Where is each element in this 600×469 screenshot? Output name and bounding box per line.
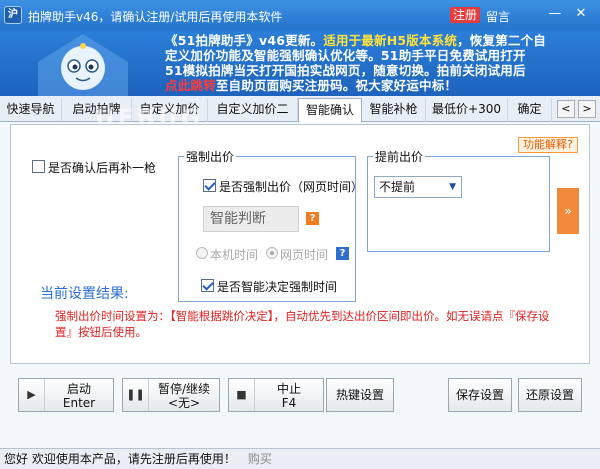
tab-lowest-price[interactable]: 最低价+300 [426,98,508,122]
jump-link[interactable]: 点此跳转 [165,78,216,93]
local-time-label: 本机时间 [210,248,259,262]
result-text: 强制出价时间设置为：【智能根据跳价决定】，自动优先到达出价区间即出价。如无误请点… [55,309,550,339]
tab-start-bid[interactable]: 启动拍牌 [62,98,132,122]
time-help-icon[interactable]: ? [336,247,349,260]
hotkey-settings-button[interactable]: 热键设置 [326,378,394,412]
buy-link[interactable]: 购买 [248,452,272,466]
force-mode-help-icon[interactable]: ? [306,212,319,225]
save-settings-button[interactable]: 保存设置 [448,378,512,412]
start-button[interactable]: ▶ 启动 Enter [18,378,114,412]
tab-quick-nav[interactable]: 快速导航 [0,98,62,122]
banner-line2: 定义加价功能及智能强制确认优化等。51助手平日免费试用打开 [165,48,526,63]
tab-scroll-right-icon[interactable]: > [578,100,596,118]
force-bid-label: 是否强制出价（网页时间） [219,180,364,194]
pause-button[interactable]: ❚❚ 暂停/继续 <无> [122,378,220,412]
title-bar: 沪 拍牌助手v46，请确认注册/试用后再使用本软件 注册 留言 — ✕ [0,0,600,30]
web-time-label: 网页时间 [280,248,329,262]
stop-button[interactable]: ■ 中止 F4 [228,378,324,412]
app-icon: 沪 [4,6,22,24]
tab-smart-confirm[interactable]: 智能确认 [298,98,362,123]
result-label: 当前设置结果: [40,286,129,302]
advance-bid-value: 不提前 [379,180,416,194]
web-time-radio[interactable] [266,247,278,259]
banner-line3: 51模拟拍牌当天打开国拍实战网页，随意切换。拍前关闭试用后 [165,63,526,78]
mascot-illustration [38,34,128,96]
status-text: 您好 欢迎使用本产品，请先注册后再使用！ [4,452,236,466]
banner-highlight: 适用于最新H5版本系统 [323,33,458,48]
control-button-row: ▶ 启动 Enter ❚❚ 暂停/继续 <无> ■ 中止 F4 热键设置 保存设置 还… [10,376,590,414]
minimize-button[interactable]: — [546,6,564,22]
help-button[interactable]: 功能解释? [518,137,578,153]
confirm-again-label: 是否确认后再补一枪 [48,161,157,175]
announcement-banner: 《51拍牌助手》v46更新。适用于最新H5版本系统，恢复第二个自 定义加价功能及… [0,30,600,96]
stop-icon: ■ [229,379,255,411]
advance-bid-title: 提前出价 [373,148,426,165]
banner-line4-rest: 至自助页面购买注册码。祝大家好运中标！ [215,78,458,93]
force-mode-field[interactable]: 智能判断 [203,206,299,232]
banner-prefix: 《51拍牌助手》v46更新。 [165,33,324,48]
tab-scroll-left-icon[interactable]: < [557,100,575,118]
confirm-again-checkbox[interactable] [32,160,45,173]
close-button[interactable]: ✕ [572,6,590,22]
start-label: 启动 [66,382,91,396]
banner-text: 《51拍牌助手》v46更新。适用于最新H5版本系统，恢复第二个自 定义加价功能及… [165,33,595,93]
play-icon: ▶ [19,379,45,411]
advance-bid-group [367,156,550,252]
local-time-radio[interactable] [196,247,208,259]
dropdown-arrow-icon: ▼ [449,182,456,192]
tab-custom-increase-2[interactable]: 自定义加价二 [208,98,298,122]
tab-bar: 快速导航 启动拍牌 自定义加价 自定义加价二 智能确认 智能补枪 最低价+300… [0,96,600,123]
window-title: 拍牌助手v46，请确认注册/试用后再使用本软件 [28,10,283,24]
banner-line1-rest: ，恢复第二个自 [457,33,547,48]
tab-smart-supplement[interactable]: 智能补枪 [362,98,426,122]
advance-bid-select[interactable]: 不提前 ▼ [374,176,462,198]
smart-force-label: 是否智能决定强制时间 [217,280,338,294]
start-hotkey: Enter [62,396,96,410]
message-link[interactable]: 留言 [486,8,510,25]
stop-hotkey: F4 [281,396,297,410]
force-bid-checkbox[interactable] [203,179,216,192]
tab-custom-increase[interactable]: 自定义加价 [132,98,208,122]
app-window: 沪 拍牌助手v46，请确认注册/试用后再使用本软件 注册 留言 — ✕ 《51拍… [0,0,600,469]
force-bid-title: 强制出价 [184,148,237,165]
status-bar: 您好 欢迎使用本产品，请先注册后再使用！ 购买 [0,448,600,469]
expand-panel-button[interactable]: » [557,188,579,234]
smart-force-checkbox[interactable] [201,279,214,292]
pause-hotkey: <无> [167,396,201,410]
register-link[interactable]: 注册 [450,7,481,23]
stop-label: 中止 [276,382,301,396]
restore-settings-button[interactable]: 还原设置 [518,378,582,412]
pause-icon: ❚❚ [123,379,149,411]
tab-confirm[interactable]: 确定 [508,98,552,122]
pause-label: 暂停/继续 [157,382,211,396]
